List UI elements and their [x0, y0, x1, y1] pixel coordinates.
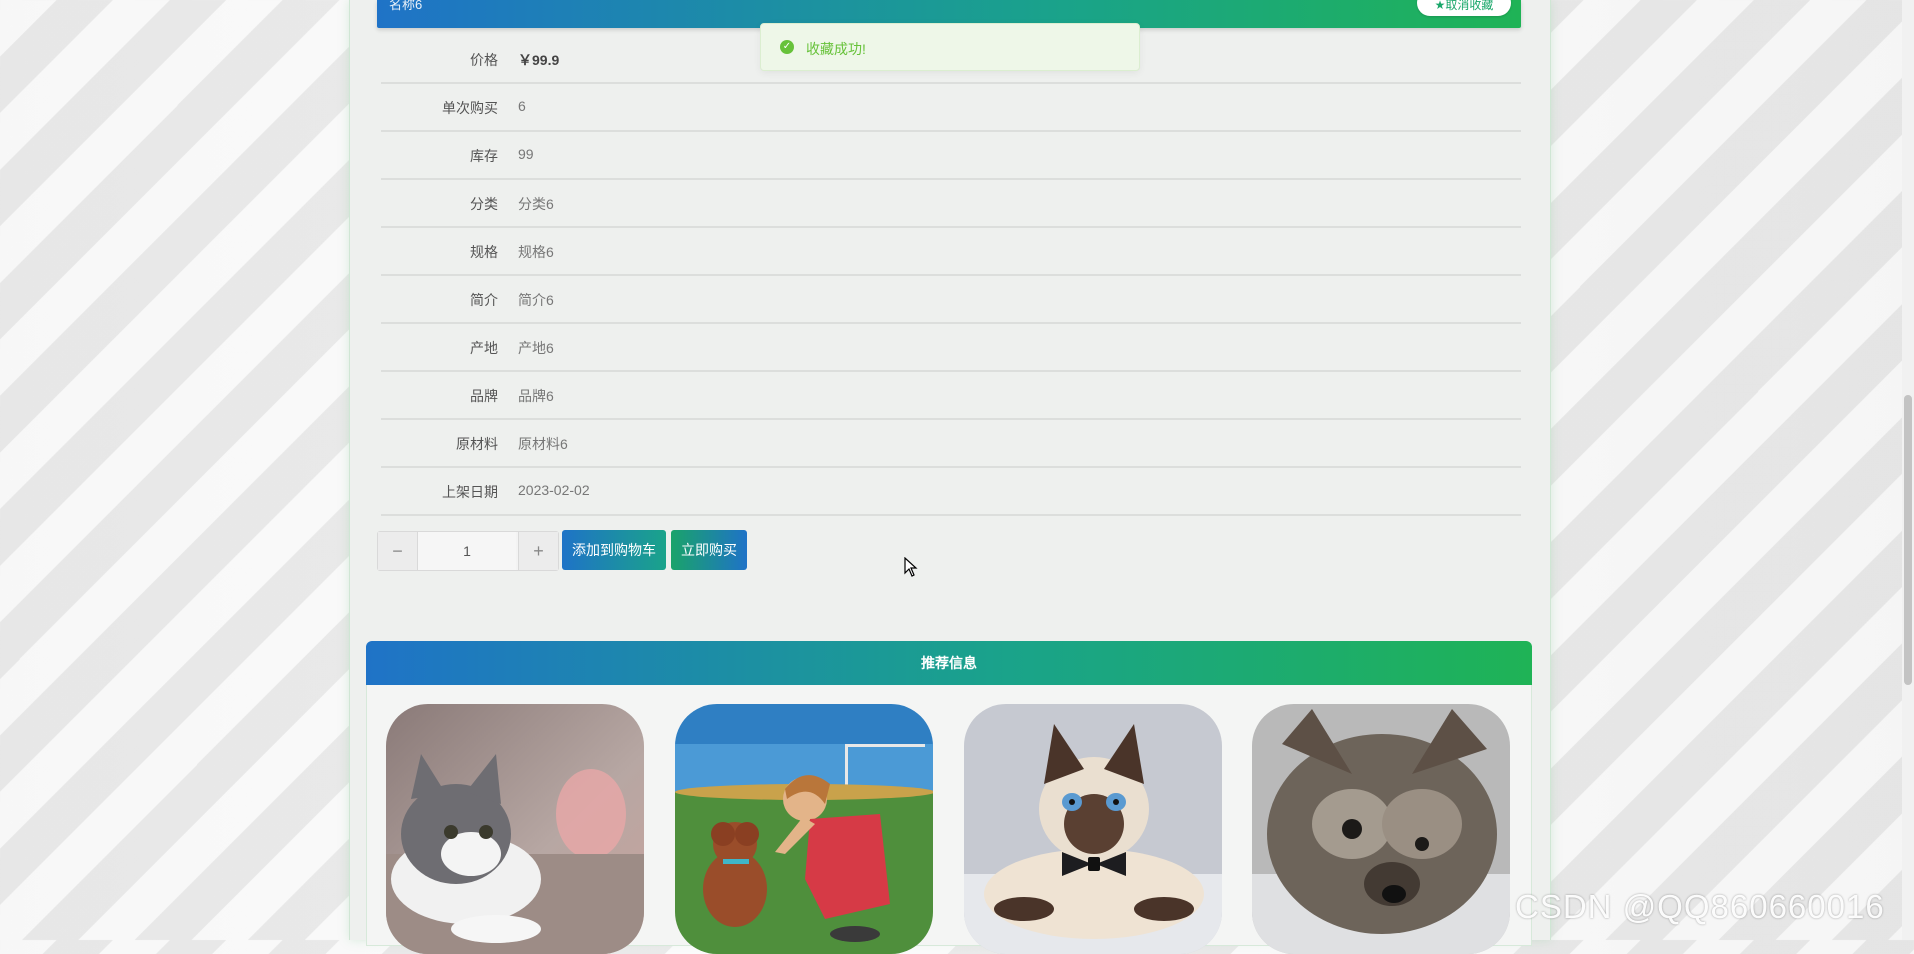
detail-label: 原材料: [456, 436, 498, 452]
detail-value: 品牌6: [518, 388, 554, 404]
recommend-card-siamese-cat[interactable]: [964, 704, 1222, 954]
detail-row-price: 价格 ￥99.9: [381, 35, 1521, 84]
grey-white-cat-photo: [386, 704, 644, 954]
detail-row-stock: 库存 99: [381, 131, 1521, 180]
yorkie-puppy-photo: [1252, 704, 1510, 954]
detail-value: 6: [518, 98, 526, 114]
detail-value: ￥99.9: [518, 52, 560, 68]
detail-value: 简介6: [518, 292, 554, 308]
detail-row-listing-date: 上架日期 2023-02-02: [381, 467, 1521, 516]
quantity-minus-button[interactable]: −: [378, 532, 418, 570]
watermark: CSDN @QQ860660016: [1515, 888, 1885, 925]
detail-value: 产地6: [518, 340, 554, 356]
detail-label: 分类: [470, 196, 498, 212]
detail-row-category: 分类 分类6: [381, 179, 1521, 228]
recommend-card-girl-poodle[interactable]: [675, 704, 933, 954]
detail-row-spec: 规格 规格6: [381, 227, 1521, 276]
product-title: 名称6: [389, 0, 423, 12]
detail-value: 分类6: [518, 196, 554, 212]
add-to-cart-button[interactable]: 添加到购物车: [562, 530, 666, 570]
detail-value: 99: [518, 146, 534, 162]
detail-row-origin: 产地 产地6: [381, 323, 1521, 372]
recommend-header: 推荐信息: [366, 641, 1532, 685]
buy-now-button[interactable]: 立即购买: [671, 530, 747, 570]
detail-row-material: 原材料 原材料6: [381, 419, 1521, 468]
siamese-cat-bowtie-photo: [964, 704, 1222, 954]
mouse-cursor-icon: [904, 557, 918, 577]
detail-label: 规格: [470, 244, 498, 260]
detail-label: 上架日期: [442, 484, 498, 500]
recommend-card-grey-cat[interactable]: [386, 704, 644, 954]
detail-row-intro: 简介 简介6: [381, 275, 1521, 324]
detail-label: 产地: [470, 340, 498, 356]
quantity-input[interactable]: [418, 532, 516, 570]
detail-label: 价格: [470, 52, 498, 68]
detail-value: 原材料6: [518, 436, 568, 452]
detail-row-brand: 品牌 品牌6: [381, 371, 1521, 420]
cancel-favorite-button[interactable]: ★取消收藏: [1417, 0, 1511, 16]
recommend-card-yorkie[interactable]: [1252, 704, 1510, 954]
page-scrollbar[interactable]: [1902, 0, 1914, 940]
scrollbar-thumb[interactable]: [1904, 395, 1912, 685]
detail-label: 品牌: [470, 388, 498, 404]
detail-label: 单次购买: [442, 100, 498, 116]
girl-with-poodle-photo: [675, 704, 933, 954]
detail-row-per-purchase: 单次购买 6: [381, 83, 1521, 132]
quantity-stepper: − +: [377, 531, 559, 571]
detail-label: 简介: [470, 292, 498, 308]
detail-label: 库存: [470, 148, 498, 164]
detail-value: 2023-02-02: [518, 482, 590, 498]
quantity-plus-button[interactable]: +: [518, 532, 558, 570]
detail-value: 规格6: [518, 244, 554, 260]
